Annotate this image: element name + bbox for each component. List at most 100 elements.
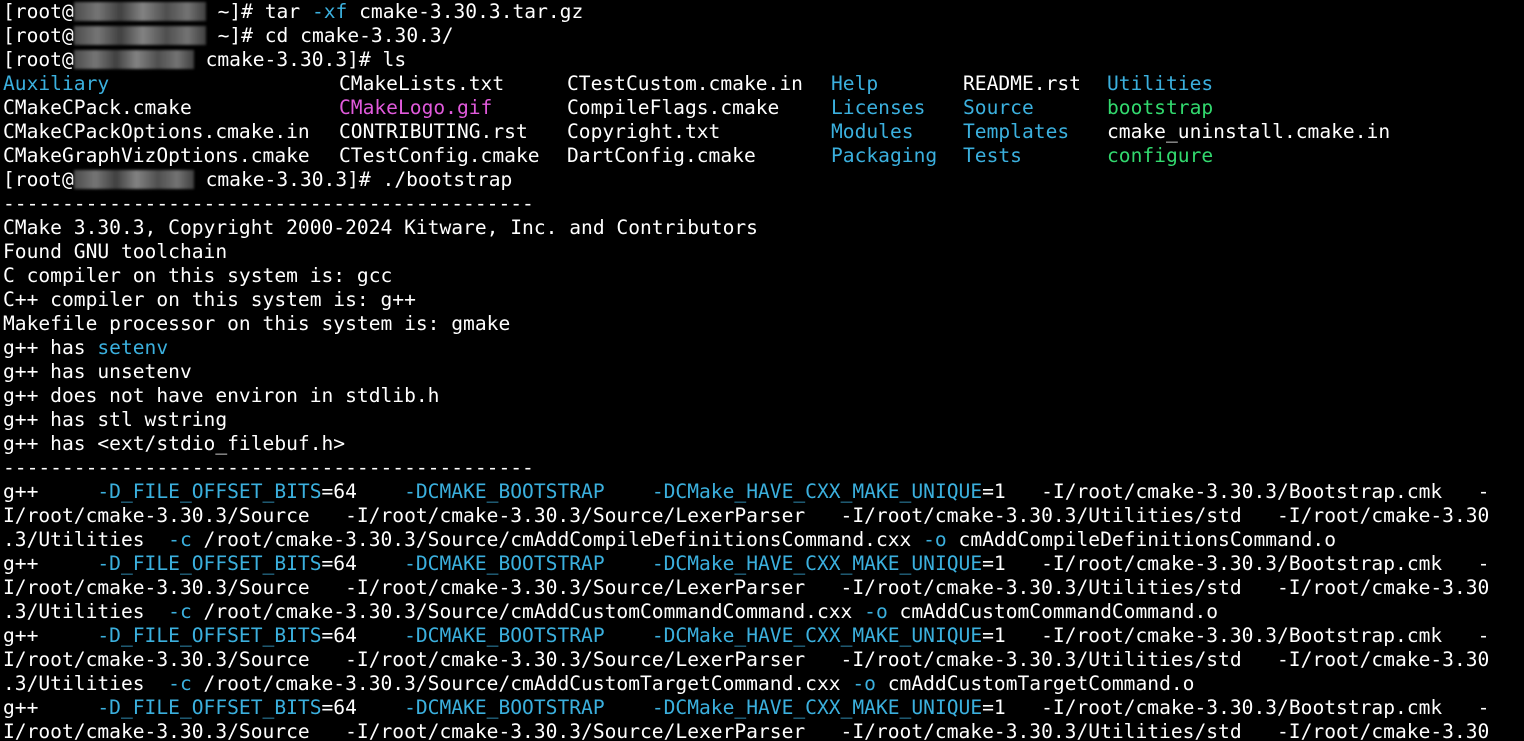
output-line: g++ has <ext/stdio_filebuf.h>: [3, 432, 346, 455]
output-line: C compiler on this system is: gcc: [3, 264, 393, 287]
define-value: =1: [982, 552, 1006, 575]
source-file: /root/cmake-3.30.3/Source/cmAddCustomTar…: [191, 672, 853, 695]
ls-entry-file: CMakeLists.txt: [339, 72, 505, 95]
define-value: =1: [982, 624, 1006, 647]
ls-entry-file: CMakeCPack.cmake: [3, 96, 192, 119]
source-file: /root/cmake-3.30.3/Source/cmAddCustomCom…: [191, 600, 865, 623]
prompt-line: [root@ cmake-3.30.3]# ./bootstrap: [3, 168, 1524, 192]
ls-entry-executable: configure: [1107, 144, 1214, 167]
ls-row: CMakeGraphVizOptions.cmake CTestConfig.c…: [3, 144, 1524, 168]
ls-entry-file: README.rst: [963, 72, 1081, 95]
define-flag: -DCMAKE_BOOTSTRAP: [404, 480, 605, 503]
output-text: g++ has: [3, 336, 98, 359]
ls-entry-file: CTestConfig.cmake: [339, 144, 540, 167]
compile-line: .3/Utilities -c /root/cmake-3.30.3/Sourc…: [3, 600, 1524, 624]
output-line: Makefile processor on this system is: gm…: [3, 312, 511, 335]
ls-entry-dir: Source: [963, 96, 1034, 119]
include-path: -I/root/cmake-3.30.3/Bootstrap.cmk -: [1005, 624, 1490, 647]
define-flag: -D_FILE_OFFSET_BITS: [97, 480, 322, 503]
prompt-user: [root@: [3, 168, 74, 191]
ls-row: CMakeCPackOptions.cmake.in CONTRIBUTING.…: [3, 120, 1524, 144]
compile-line: g++ -D_FILE_OFFSET_BITS=64 -DCMAKE_BOOTS…: [3, 624, 1524, 648]
ls-row: Auxiliary CMakeLists.txt CTestCustom.cma…: [3, 72, 1524, 96]
ls-entry-file: cmake_uninstall.cmake.in: [1107, 120, 1391, 143]
terminal-window[interactable]: [root@ ~]# tar -xf cmake-3.30.3.tar.gz […: [0, 0, 1524, 741]
object-file: cmAddCompileDefinitionsCommand.o: [946, 528, 1337, 551]
compiler-name: g++: [3, 624, 39, 647]
define-value: =64: [321, 480, 357, 503]
prompt-dir: ~]#: [205, 24, 265, 47]
command-text: cd cmake-3.30.3/: [264, 24, 454, 47]
redacted-hostname: [73, 50, 194, 69]
ls-entry-file: CMakeCPackOptions.cmake.in: [3, 120, 310, 143]
output-flag: -o: [852, 672, 876, 695]
redacted-hostname: [73, 2, 206, 21]
ls-entry-dir: Templates: [963, 120, 1070, 143]
ls-entry-file: DartConfig.cmake: [567, 144, 756, 167]
ls-entry-dir: Modules: [831, 120, 914, 143]
ls-entry-dir: Tests: [963, 144, 1022, 167]
prompt-dir: cmake-3.30.3]#: [193, 48, 383, 71]
separator-line: ----------------------------------------…: [3, 456, 534, 479]
output-line: g++ has setenv: [3, 336, 1524, 360]
ls-row: CMakeCPack.cmake CMakeLogo.gif CompileFl…: [3, 96, 1524, 120]
include-path: .3/Utilities: [3, 528, 169, 551]
ls-entry-file: CTestCustom.cmake.in: [567, 72, 803, 95]
prompt-dir: ~]#: [205, 0, 265, 23]
redacted-hostname: [73, 26, 206, 45]
compile-line: .3/Utilities -c /root/cmake-3.30.3/Sourc…: [3, 672, 1524, 696]
include-path: -I/root/cmake-3.30.3/Bootstrap.cmk -: [1005, 696, 1490, 719]
compiler-name: g++: [3, 696, 39, 719]
compiler-name: g++: [3, 552, 39, 575]
define-flag: -DCMake_HAVE_CXX_MAKE_UNIQUE: [651, 480, 983, 503]
define-value: =64: [321, 552, 357, 575]
prompt-user: [root@: [3, 24, 74, 47]
prompt-line: [root@ ~]# cd cmake-3.30.3/: [3, 24, 1524, 48]
define-value: =64: [321, 696, 357, 719]
output-flag: -o: [923, 528, 947, 551]
define-flag: -DCMake_HAVE_CXX_MAKE_UNIQUE: [651, 696, 983, 719]
prompt-user: [root@: [3, 0, 74, 23]
compile-line: I/root/cmake-3.30.3/Source -I/root/cmake…: [3, 576, 1490, 599]
output-line: g++ has stl wstring: [3, 408, 228, 431]
redacted-hostname: [73, 170, 194, 189]
command-text: ./bootstrap: [382, 168, 513, 191]
command-arg: cmake-3.30.3.tar.gz: [347, 0, 584, 23]
define-flag: -DCMake_HAVE_CXX_MAKE_UNIQUE: [651, 624, 983, 647]
compile-line: I/root/cmake-3.30.3/Source -I/root/cmake…: [3, 648, 1490, 671]
output-line: Found GNU toolchain: [3, 240, 228, 263]
compile-flag: -c: [168, 672, 192, 695]
define-flag: -D_FILE_OFFSET_BITS: [97, 624, 322, 647]
prompt-dir: cmake-3.30.3]#: [193, 168, 383, 191]
compile-line: .3/Utilities -c /root/cmake-3.30.3/Sourc…: [3, 528, 1524, 552]
include-path: -I/root/cmake-3.30.3/Bootstrap.cmk -: [1005, 552, 1490, 575]
compile-line: g++ -D_FILE_OFFSET_BITS=64 -DCMAKE_BOOTS…: [3, 552, 1524, 576]
highlight-word: setenv: [97, 336, 169, 359]
define-value: =1: [982, 480, 1006, 503]
define-flag: -DCMAKE_BOOTSTRAP: [404, 552, 605, 575]
ls-entry-file: CMakeGraphVizOptions.cmake: [3, 144, 310, 167]
output-flag: -o: [864, 600, 888, 623]
compile-line: I/root/cmake-3.30.3/Source -I/root/cmake…: [3, 504, 1490, 527]
ls-entry-file: CompileFlags.cmake: [567, 96, 780, 119]
prompt-line: [root@ cmake-3.30.3]# ls: [3, 48, 1524, 72]
ls-entry-file: Copyright.txt: [567, 120, 721, 143]
include-path: .3/Utilities: [3, 600, 169, 623]
prompt-user: [root@: [3, 48, 74, 71]
compile-flag: -c: [168, 600, 192, 623]
compile-line: g++ -D_FILE_OFFSET_BITS=64 -DCMAKE_BOOTS…: [3, 480, 1524, 504]
compile-line: g++ -D_FILE_OFFSET_BITS=64 -DCMAKE_BOOTS…: [3, 696, 1524, 720]
ls-entry-dir: Auxiliary: [3, 72, 110, 95]
ls-entry-dir: Utilities: [1107, 72, 1214, 95]
define-value: =1: [982, 696, 1006, 719]
command-text: tar: [264, 0, 312, 23]
